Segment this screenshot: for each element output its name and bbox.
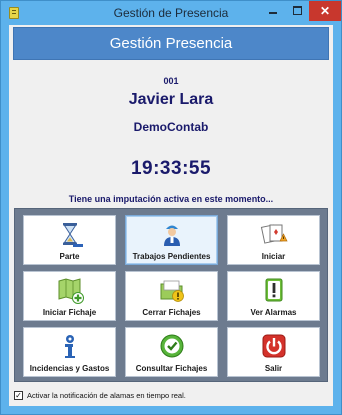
maximize-button[interactable] — [285, 1, 309, 21]
incidencias-gastos-label: Incidencias y Gastos — [29, 364, 110, 373]
notify-checkbox-label: Activar la notificación de alamas en tie… — [27, 391, 186, 400]
refresh-check-icon — [160, 334, 183, 358]
alert-icon — [265, 278, 282, 302]
consultar-fichajes-button[interactable]: Consultar Fichajes — [125, 327, 218, 377]
salir-button[interactable]: Salir — [227, 327, 320, 377]
page-title: Gestión Presencia — [13, 27, 329, 60]
trabajos-pendientes-button[interactable]: Trabajos Pendientes — [125, 215, 218, 265]
parte-label: Parte — [59, 252, 80, 261]
employee-code: 001 — [163, 76, 179, 86]
ver-alarmas-button[interactable]: Ver Alarmas — [227, 271, 320, 321]
power-icon — [262, 334, 285, 358]
iniciar-label: Iniciar — [261, 252, 286, 261]
iniciar-fichaje-button[interactable]: Iniciar Fichaje — [23, 271, 116, 321]
folder-warning-icon — [160, 280, 184, 302]
close-button[interactable]: ✕ — [309, 1, 341, 21]
iniciar-fichaje-label: Iniciar Fichaje — [42, 308, 97, 317]
status-message: Tiene una imputación activa en este mome… — [68, 194, 274, 204]
clock-display: 19:33:55 — [130, 158, 212, 179]
cerrar-fichajes-label: Cerrar Fichajes — [142, 308, 201, 317]
app-window: Gestión de Presencia ✕ Gestión Presencia… — [0, 0, 342, 415]
employee-name: Javier Lara — [128, 91, 214, 108]
iniciar-button[interactable]: Iniciar — [227, 215, 320, 265]
ver-alarmas-label: Ver Alarmas — [250, 308, 297, 317]
cerrar-fichajes-button[interactable]: Cerrar Fichajes — [125, 271, 218, 321]
notify-checkbox[interactable]: ✓ — [14, 391, 23, 400]
incidencias-gastos-button[interactable]: Incidencias y Gastos — [23, 327, 116, 377]
title-bar[interactable]: Gestión de Presencia ✕ — [1, 1, 341, 25]
map-add-icon — [58, 278, 84, 304]
client-area: Gestión Presencia 001 Javier Lara DemoCo… — [9, 25, 333, 406]
minimize-button[interactable] — [261, 1, 285, 21]
salir-label: Salir — [264, 364, 283, 373]
cards-icon — [260, 224, 288, 244]
info-person-icon — [64, 335, 75, 358]
consultar-fichajes-label: Consultar Fichajes — [135, 364, 208, 373]
company-name: DemoContab — [133, 120, 209, 134]
hourglass-icon — [62, 223, 83, 247]
actions-panel: Parte Trabajos Pendientes Iniciar Inicia… — [14, 208, 328, 382]
parte-button[interactable]: Parte — [23, 215, 116, 265]
worker-icon — [163, 225, 180, 246]
trabajos-pendientes-label: Trabajos Pendientes — [132, 252, 211, 261]
